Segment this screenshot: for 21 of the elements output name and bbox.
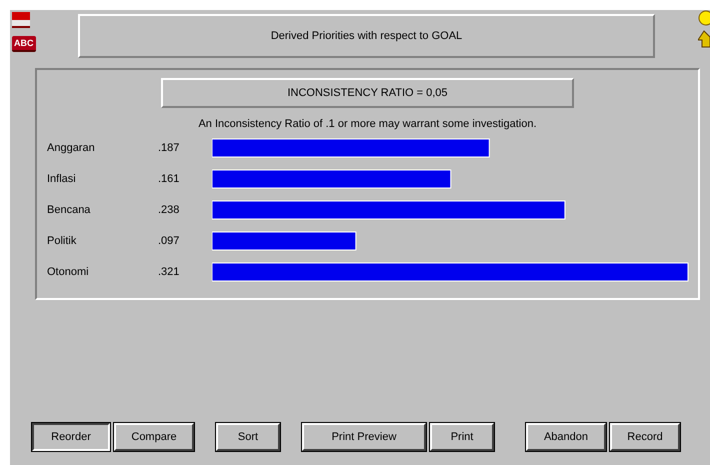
dialog-button[interactable]: Reorder bbox=[32, 423, 110, 451]
dialog-title: Derived Priorities with respect to GOAL bbox=[78, 14, 655, 58]
category-label: Bencana bbox=[47, 204, 92, 216]
category-label: Inflasi bbox=[47, 172, 77, 184]
value-label: .321 bbox=[158, 266, 180, 278]
value-label: .161 bbox=[158, 172, 180, 184]
dialog-button[interactable]: Record bbox=[610, 423, 680, 451]
abc-icon[interactable]: ABC bbox=[12, 36, 36, 52]
dialog-button[interactable]: Print bbox=[430, 423, 494, 451]
dialog-button[interactable]: Compare bbox=[114, 423, 194, 451]
category-label: Otonomi bbox=[47, 266, 90, 278]
dialog-button[interactable]: Sort bbox=[216, 423, 280, 451]
dialog-button[interactable]: Abandon bbox=[526, 423, 606, 451]
category-label: Anggaran bbox=[47, 142, 96, 154]
inconsistency-note: An Inconsistency Ratio of .1 or more may warrant some investigation. bbox=[197, 118, 538, 130]
value-label: .187 bbox=[158, 142, 180, 154]
value-label: .097 bbox=[158, 234, 180, 246]
category-label: Politik bbox=[47, 234, 78, 246]
inconsistency-ratio: INCONSISTENCY RATIO = 0,05 bbox=[161, 78, 574, 108]
value-label: .238 bbox=[158, 204, 180, 216]
dialog-button[interactable]: Print Preview bbox=[302, 423, 426, 451]
